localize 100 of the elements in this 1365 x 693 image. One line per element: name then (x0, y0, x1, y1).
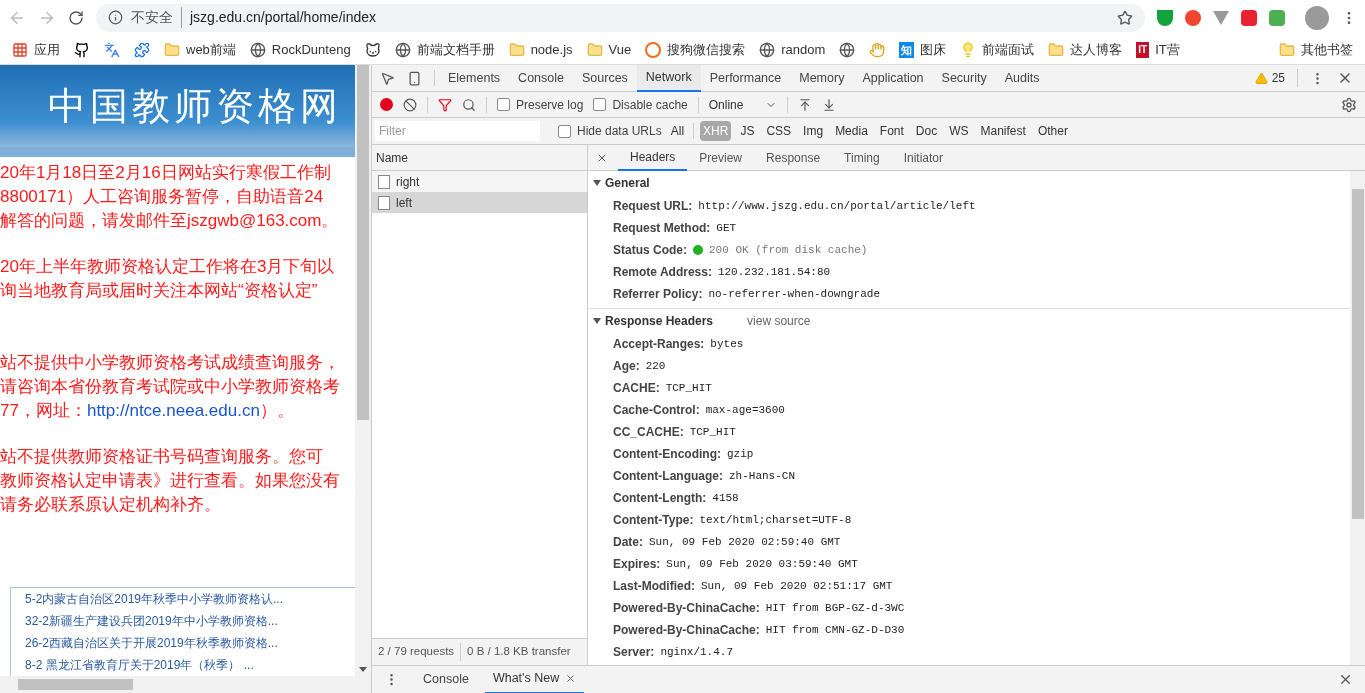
devtools-tab[interactable]: Sources (573, 64, 637, 92)
header-value: HIT from CMN-GZ-D-D30 (765, 622, 905, 638)
type-filter[interactable]: Font (876, 121, 907, 141)
inspect-icon[interactable] (380, 70, 395, 86)
header-name: Server: (613, 644, 655, 661)
bookmark[interactable]: Vue (586, 39, 632, 60)
detail-tab[interactable]: Preview (687, 144, 755, 171)
header-value: GET (716, 220, 737, 236)
bookmark[interactable]: IT IT营 (1136, 39, 1180, 60)
filter-icon[interactable] (438, 97, 452, 112)
hide-data-urls-checkbox[interactable] (558, 124, 571, 138)
folder-icon (586, 41, 603, 58)
header-value: max-age=3600 (705, 402, 785, 418)
bookmark-star-icon[interactable] (1117, 9, 1133, 26)
bookmark[interactable]: 前端面试 (960, 39, 1035, 60)
news-link[interactable]: 32-2新疆生产建设兵团2019年中小学教师资格... (25, 610, 356, 632)
avatar[interactable] (1305, 5, 1329, 30)
devtools-tab[interactable]: Network (636, 64, 701, 92)
shield-extension-icon[interactable] (1157, 9, 1173, 26)
header-name: Content-Encoding: (613, 446, 721, 463)
bookmark[interactable]: 应用 (12, 39, 60, 60)
globe-icon (394, 41, 411, 58)
document-icon (378, 174, 390, 189)
bookmark[interactable]: 其他书签 (1279, 39, 1353, 60)
clear-icon[interactable] (403, 97, 417, 112)
warning-count[interactable]: 25 (1271, 69, 1298, 87)
type-filter[interactable]: Media (832, 121, 871, 141)
type-filter[interactable]: JS (737, 121, 758, 141)
devtools-tab[interactable]: Console (509, 64, 573, 92)
address-bar[interactable]: 不安全 jszg.edu.cn/portal/home/index (96, 3, 1145, 32)
infinity-extension-icon[interactable] (1185, 9, 1201, 26)
reload-icon[interactable] (68, 9, 84, 26)
itying-logo: IT (1136, 41, 1150, 58)
detail-scrollbar[interactable] (1350, 171, 1365, 665)
devtools-tab[interactable]: Memory (790, 64, 854, 92)
bookmark[interactable]: web前端 (164, 39, 236, 60)
news-link[interactable]: 8-2 黑龙江省教育厅关于2019年（秋季） ... (25, 654, 356, 676)
header-name: Cache-Control: (613, 402, 700, 419)
square-extension-icon[interactable] (1241, 9, 1257, 26)
header-value: Sun, 09 Feb 2020 02:59:40 GMT (649, 534, 841, 550)
request-row[interactable]: left (372, 192, 587, 213)
type-filter[interactable]: Manifest (977, 121, 1029, 141)
bookmark[interactable]: 搜狗微信搜索 (645, 39, 746, 60)
devtools-tab[interactable]: Audits (995, 64, 1049, 92)
devtools-tab[interactable]: Performance (700, 64, 791, 92)
detail-tab[interactable]: Initiator (891, 144, 955, 171)
device-toolbar-icon[interactable] (407, 70, 422, 86)
notice-link[interactable]: http://ntce.neea.edu.cn (86, 401, 260, 420)
import-icon[interactable] (798, 97, 813, 112)
view-source-link[interactable]: view source (747, 312, 811, 330)
drawer-tab[interactable]: What's New (484, 665, 585, 693)
export-icon[interactable] (822, 97, 837, 112)
close-drawer-icon[interactable] (1338, 672, 1353, 687)
header-name: Remote Address: (613, 264, 712, 281)
type-filter[interactable]: Doc (912, 121, 941, 141)
type-filter[interactable]: Other (1034, 121, 1071, 141)
news-link[interactable]: 5-2内蒙古自治区2019年秋季中小学教师资格认... (25, 588, 356, 610)
type-filter[interactable]: All (667, 121, 688, 141)
tile-extension-icon[interactable] (1269, 9, 1285, 26)
section-header[interactable]: General (588, 171, 1350, 195)
bookmark[interactable]: 知 图床 (899, 39, 947, 60)
scroll-down-icon[interactable] (359, 667, 367, 672)
vertical-scrollbar[interactable] (355, 65, 371, 676)
header-name: Expires: (613, 556, 661, 573)
header-value: Sun, 09 Feb 2020 03:59:40 GMT (666, 556, 858, 572)
horizontal-scrollbar[interactable] (0, 676, 371, 693)
notice-paragraph: 站不提供教师资格证书号码查询服务。您可 教师资格认定申请表》进行查看。如果您没有 请务必联系原认定机构补齐。 (0, 446, 341, 516)
bookmark[interactable]: 前端文档手册 (394, 39, 495, 60)
section-header[interactable]: Response Headers view source (588, 309, 1350, 333)
folder-icon (164, 41, 180, 58)
detail-tab[interactable]: Timing (832, 144, 892, 171)
header-value: TCP_HIT (689, 424, 736, 440)
bookmark[interactable]: node.js (508, 39, 573, 60)
type-filter[interactable]: CSS (763, 121, 795, 141)
type-filter[interactable]: WS (946, 121, 972, 141)
news-link[interactable]: 26-2西藏自治区关于开展2019年秋季教师资格... (25, 632, 356, 654)
type-filter[interactable]: Img (800, 121, 827, 141)
search-icon[interactable] (462, 97, 476, 112)
checkbox-label: Preserve log (516, 96, 584, 114)
bookmark[interactable]: random (759, 39, 826, 60)
devtools-tab[interactable]: Elements (439, 64, 510, 92)
bookmark[interactable]: RockDunteng (249, 39, 351, 60)
detail-tab[interactable]: Headers (618, 144, 688, 171)
name-column-header[interactable]: Name (372, 145, 587, 171)
request-row[interactable]: right (372, 171, 587, 192)
detail-tab[interactable]: Response (754, 144, 833, 171)
drawer-tab[interactable]: Console (415, 665, 477, 693)
filter-field[interactable]: Filter (375, 121, 540, 141)
devtools-tab[interactable]: Application (853, 64, 933, 92)
record-button[interactable] (380, 98, 393, 111)
settings-icon[interactable] (1341, 96, 1357, 113)
preserve-log-checkbox[interactable] (497, 98, 510, 111)
bookmark[interactable]: 达人博客 (1048, 39, 1123, 60)
devtools-tab[interactable]: Security (932, 64, 996, 92)
throttling-select[interactable]: Online (708, 95, 778, 114)
header-name: Powered-By-ChinaCache: (613, 622, 760, 639)
close-tab-icon[interactable] (565, 673, 577, 684)
checkbox-label: Hide data URLs (577, 123, 662, 140)
disable-cache-checkbox[interactable] (593, 98, 607, 111)
header-value: 200 OK (from disk cache) (709, 242, 868, 258)
